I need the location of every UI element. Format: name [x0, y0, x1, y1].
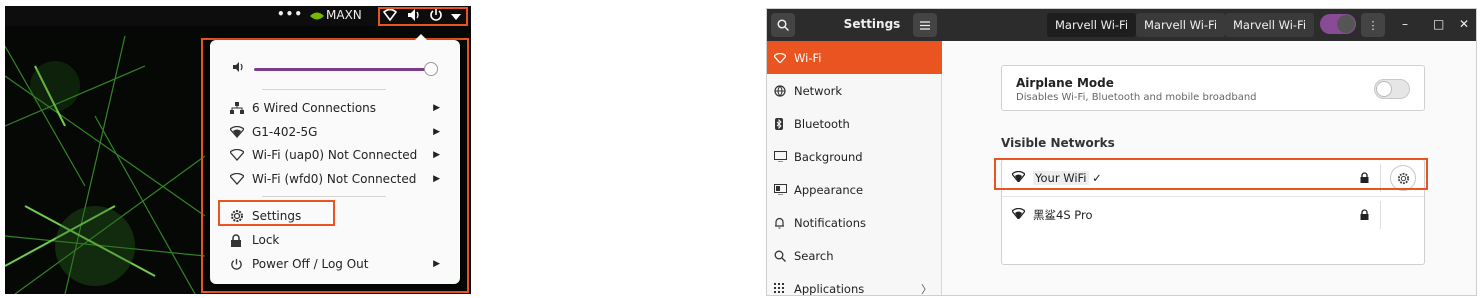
sidebar-item-label: Applications — [794, 281, 865, 296]
wifi-uap0-item[interactable]: Wi-Fi (uap0) Not Connected ▶ — [230, 145, 440, 165]
menu-arrow — [414, 34, 428, 41]
volume-slider-handle[interactable] — [424, 62, 438, 76]
network-name: 黑鲨4S Pro — [1033, 208, 1093, 222]
volume-slider[interactable] — [254, 68, 430, 71]
wired-connections-label: 6 Wired Connections — [252, 101, 377, 115]
airplane-mode-toggle[interactable] — [1374, 79, 1410, 99]
settings-window: Settings Marvell Wi-Fi Marvell Wi-Fi Mar… — [766, 8, 1477, 296]
settings-menu-item[interactable]: Settings — [230, 206, 440, 226]
power-mode-label[interactable]: MAXN — [326, 8, 362, 22]
bell-icon — [774, 217, 794, 229]
sidebar-item-notifications[interactable]: Notifications — [767, 206, 942, 239]
search-icon — [777, 19, 789, 31]
tab-marvell-wifi-1[interactable]: Marvell Wi-Fi — [1047, 13, 1136, 37]
status-area-highlight — [378, 7, 468, 26]
close-icon[interactable]: ✕ — [1459, 17, 1469, 31]
sidebar-item-applications[interactable]: Applications 〉 — [767, 272, 942, 296]
lock-icon — [1360, 209, 1369, 223]
chevron-right-icon: ▶ — [433, 127, 440, 137]
sidebar-item-label: Wi-Fi — [794, 50, 822, 65]
sidebar-item-label: Background — [794, 149, 863, 164]
chevron-right-icon: ▶ — [433, 150, 440, 160]
header-bar: Settings Marvell Wi-Fi Marvell Wi-Fi Mar… — [767, 9, 1476, 41]
volume-icon — [232, 61, 246, 76]
wifi-icon — [230, 126, 252, 138]
lock-label: Lock — [252, 233, 280, 247]
wifi-uap0-label: Wi-Fi (uap0) Not Connected — [252, 148, 418, 162]
sidebar-item-label: Bluetooth — [794, 116, 850, 131]
sidebar-item-search[interactable]: Search — [767, 239, 942, 272]
chevron-right-icon: ▶ — [433, 259, 440, 269]
wifi-power-toggle[interactable] — [1320, 14, 1356, 34]
minimize-icon[interactable]: – — [1402, 17, 1408, 31]
wifi-icon — [774, 52, 794, 63]
wifi-wfd0-label: Wi-Fi (wfd0) Not Connected — [252, 172, 417, 186]
airplane-mode-subtitle: Disables Wi-Fi, Bluetooth and mobile bro… — [1016, 92, 1257, 103]
power-label: Power Off / Log Out — [252, 257, 369, 271]
sidebar-item-wifi[interactable]: Wi-Fi — [767, 41, 942, 74]
lock-icon — [230, 233, 252, 247]
wifi-wfd0-item[interactable]: Wi-Fi (wfd0) Not Connected ▶ — [230, 169, 440, 189]
chevron-right-icon: 〉 — [921, 282, 932, 296]
desktop-screenshot: ••• MAXN 6 Wired Connections ▶ G1-402-5G… — [5, 6, 471, 294]
wifi-g1-item[interactable]: G1-402-5G ▶ — [230, 122, 440, 142]
apps-grid-icon — [774, 283, 794, 294]
sidebar-item-bluetooth[interactable]: Bluetooth — [767, 107, 942, 140]
tab-marvell-wifi-2[interactable]: Marvell Wi-Fi — [1136, 13, 1225, 37]
nvidia-logo-icon — [310, 10, 324, 24]
power-icon — [230, 258, 252, 271]
wifi-g1-label: G1-402-5G — [252, 125, 318, 139]
wifi-icon — [1011, 207, 1026, 222]
wired-connections-item[interactable]: 6 Wired Connections ▶ — [230, 98, 440, 118]
gear-icon — [230, 209, 252, 223]
lock-menu-item[interactable]: Lock — [230, 230, 440, 250]
network-wired-icon — [230, 102, 252, 114]
activities-dots[interactable]: ••• — [277, 7, 303, 21]
sidebar-item-appearance[interactable]: Appearance — [767, 173, 942, 206]
chevron-right-icon: ▶ — [433, 103, 440, 113]
settings-label: Settings — [252, 209, 302, 223]
settings-sidebar: Wi-Fi Network Bluetooth Background Appea… — [767, 41, 942, 296]
bluetooth-icon — [774, 117, 794, 130]
network-icon — [774, 84, 794, 97]
menu-divider — [262, 89, 386, 90]
sidebar-item-label: Notifications — [794, 215, 866, 230]
wifi-outline-icon — [230, 149, 252, 161]
airplane-mode-title: Airplane Mode — [1016, 76, 1114, 90]
menu-divider — [262, 196, 386, 197]
power-menu-item[interactable]: Power Off / Log Out ▶ — [230, 254, 440, 274]
system-menu: 6 Wired Connections ▶ G1-402-5G ▶ Wi-Fi … — [210, 34, 460, 284]
sidebar-item-label: Search — [794, 248, 834, 263]
search-icon — [774, 250, 794, 262]
hamburger-icon — [920, 20, 930, 30]
sidebar-item-background[interactable]: Background — [767, 140, 942, 173]
chevron-right-icon: ▶ — [433, 174, 440, 184]
more-options-button[interactable]: ⋮ — [1361, 13, 1385, 37]
network-row-heisha[interactable]: 黑鲨4S Pro — [1002, 197, 1424, 233]
sidebar-item-label: Network — [794, 83, 843, 98]
wifi-panel: Airplane Mode Disables Wi-Fi, Bluetooth … — [943, 41, 1476, 295]
sidebar-item-label: Appearance — [794, 182, 864, 197]
background-icon — [774, 151, 794, 162]
airplane-mode-row: Airplane Mode Disables Wi-Fi, Bluetooth … — [1001, 65, 1425, 111]
row-divider — [1380, 201, 1381, 229]
visible-networks-heading: Visible Networks — [1001, 136, 1115, 150]
hamburger-menu-button[interactable] — [913, 13, 937, 37]
wifi-outline-icon — [230, 173, 252, 185]
search-button[interactable] — [771, 13, 795, 37]
sidebar-item-network[interactable]: Network — [767, 74, 942, 107]
maximize-icon[interactable]: □ — [1433, 17, 1444, 31]
appearance-icon — [774, 184, 794, 195]
your-wifi-highlight — [994, 158, 1428, 190]
more-vertical-icon: ⋮ — [1367, 18, 1379, 32]
tab-marvell-wifi-3[interactable]: Marvell Wi-Fi — [1225, 13, 1314, 37]
